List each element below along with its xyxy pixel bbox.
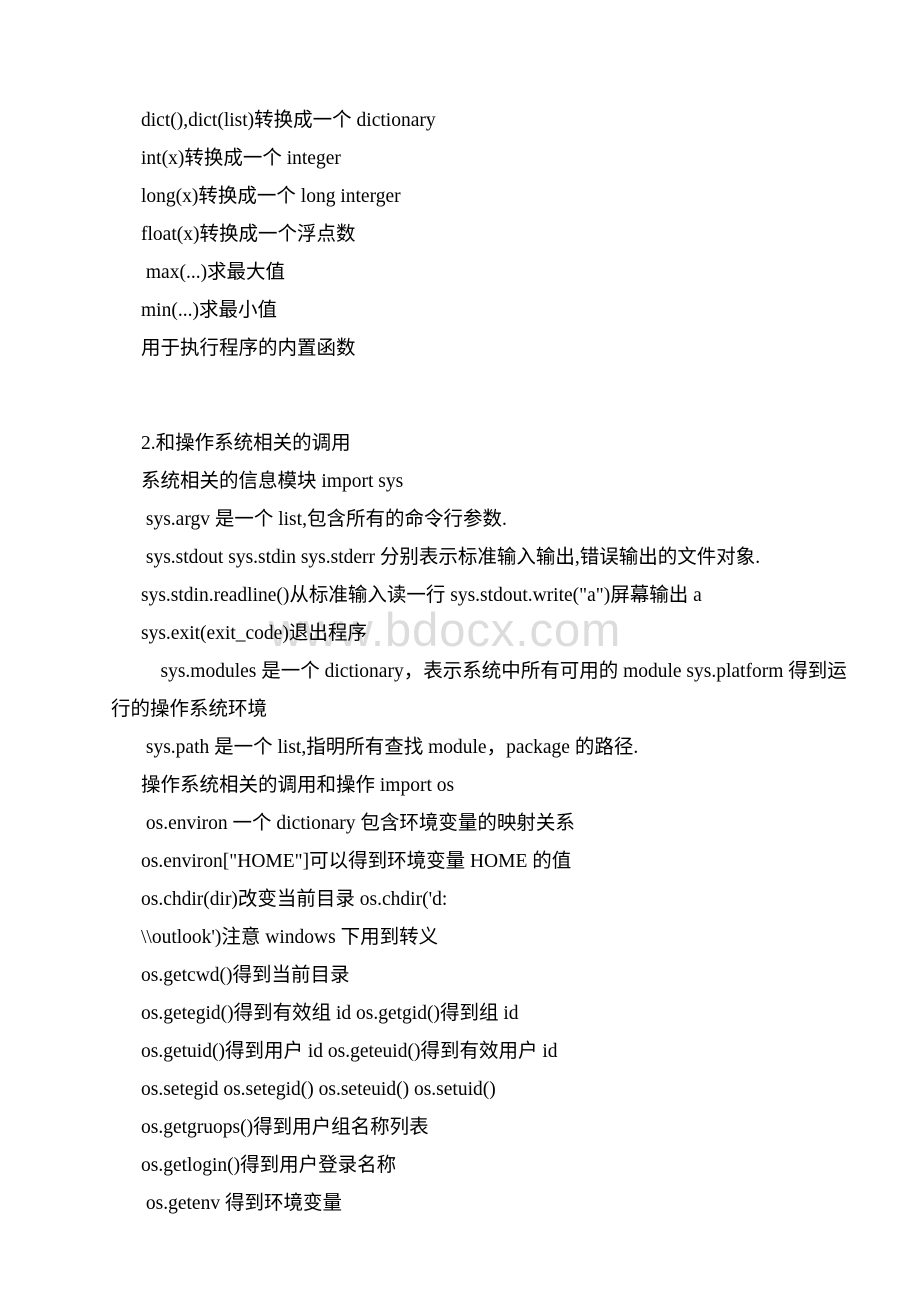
- text-line: 用于执行程序的内置函数: [141, 338, 356, 359]
- text-line: sys.modules 是一个 dictionary，表示系统中所有可用的 mo…: [141, 661, 847, 682]
- text-line: max(...)求最大值: [141, 262, 286, 283]
- text-line: sys.stdin.readline()从标准输入读一行 sys.stdout.…: [141, 585, 702, 606]
- text-line-continuation: 行的操作系统环境: [111, 699, 268, 720]
- text-line: sys.path 是一个 list,指明所有查找 module，package …: [141, 737, 639, 758]
- text-block-builtin-conversion: dict(),dict(list)转换成一个 dictionary int(x)…: [0, 102, 920, 368]
- text-line: min(...)求最小值: [141, 300, 277, 321]
- text-line: os.getcwd()得到当前目录: [141, 965, 350, 986]
- text-line: 系统相关的信息模块 import sys: [141, 471, 404, 492]
- text-line: os.chdir(dir)改变当前目录 os.chdir('d:: [141, 889, 448, 910]
- text-line: float(x)转换成一个浮点数: [141, 224, 356, 245]
- text-block-sys-path-and-os: sys.path 是一个 list,指明所有查找 module，package …: [0, 729, 920, 1223]
- text-line: os.getgruops()得到用户组名称列表: [141, 1117, 429, 1138]
- text-block-sys-modules: sys.modules 是一个 dictionary，表示系统中所有可用的 mo…: [0, 653, 920, 729]
- section-heading: 2.和操作系统相关的调用: [141, 433, 351, 454]
- text-line: sys.stdout sys.stdin sys.stderr 分别表示标准输入…: [141, 547, 761, 568]
- text-line: sys.argv 是一个 list,包含所有的命令行参数.: [141, 509, 507, 530]
- text-line: os.environ 一个 dictionary 包含环境变量的映射关系: [141, 813, 575, 834]
- text-line: sys.exit(exit_code)退出程序: [141, 623, 367, 644]
- text-line: os.setegid os.setegid() os.seteuid() os.…: [141, 1079, 496, 1100]
- text-line: os.getegid()得到有效组 id os.getgid()得到组 id: [141, 1003, 519, 1024]
- text-line: os.getlogin()得到用户登录名称: [141, 1155, 397, 1176]
- text-line: 操作系统相关的调用和操作 import os: [141, 775, 455, 796]
- text-line: os.getuid()得到用户 id os.geteuid()得到有效用户 id: [141, 1041, 558, 1062]
- document-page: www.bdocx.com dict(),dict(list)转换成一个 dic…: [0, 0, 920, 1302]
- text-line: long(x)转换成一个 long interger: [141, 186, 401, 207]
- text-line: os.getenv 得到环境变量: [141, 1193, 342, 1214]
- text-line: \\outlook')注意 windows 下用到转义: [141, 927, 439, 948]
- block-gap: [0, 406, 920, 425]
- text-line: os.environ["HOME"]可以得到环境变量 HOME 的值: [141, 851, 572, 872]
- text-block-os-related-calls: 2.和操作系统相关的调用 系统相关的信息模块 import sys sys.ar…: [0, 425, 920, 653]
- block-gap: [0, 368, 920, 406]
- text-line: int(x)转换成一个 integer: [141, 148, 341, 169]
- document-content: dict(),dict(list)转换成一个 dictionary int(x)…: [0, 0, 920, 1223]
- text-line: dict(),dict(list)转换成一个 dictionary: [141, 110, 436, 131]
